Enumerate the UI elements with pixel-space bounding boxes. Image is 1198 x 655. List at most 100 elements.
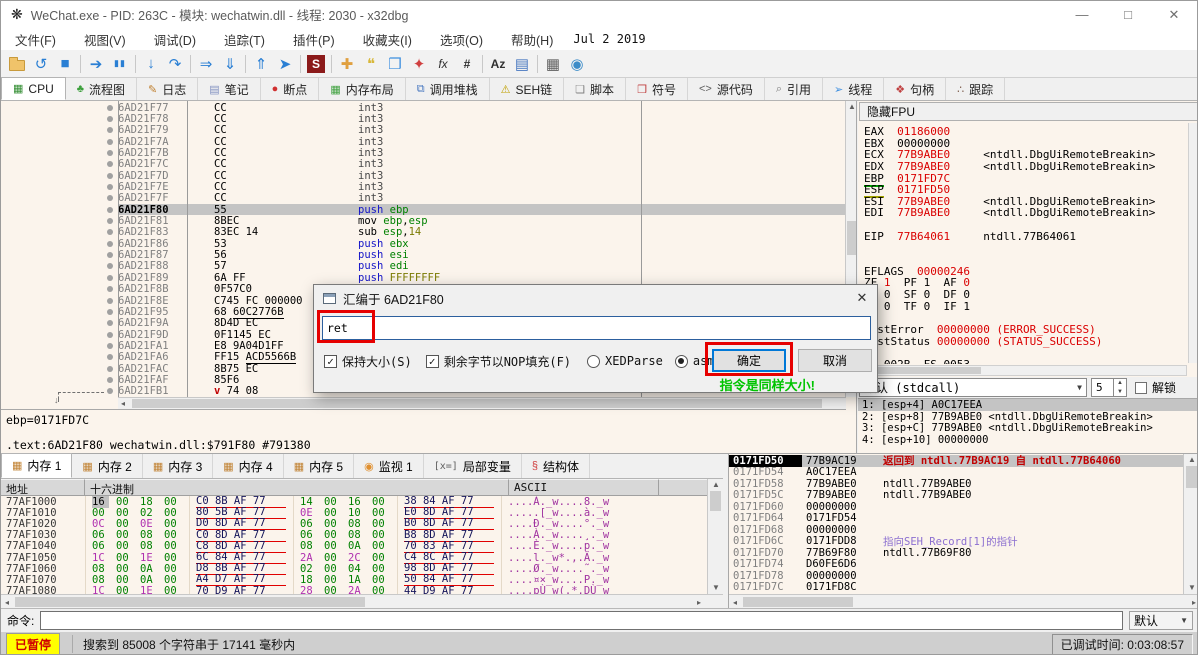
menu-item[interactable]: 文件(F) xyxy=(1,30,70,49)
breakpoint-dot[interactable] xyxy=(101,173,118,179)
dump-header-address[interactable]: 地址 xyxy=(1,479,85,496)
breakpoint-dot[interactable] xyxy=(101,263,118,269)
xedparse-radio[interactable] xyxy=(587,355,600,368)
register-line[interactable] xyxy=(864,253,1187,265)
tab-内存 4[interactable]: ▦内存 4 xyxy=(213,454,283,478)
tab-局部变量[interactable]: [x=]局部变量 xyxy=(424,454,522,478)
breakpoint-dot[interactable] xyxy=(101,150,118,156)
menu-item[interactable]: 选项(O) xyxy=(426,30,497,49)
dump-header-hex[interactable]: 十六进制 xyxy=(85,479,509,496)
registers-hscrollbar[interactable] xyxy=(859,365,1187,376)
disasm-row[interactable]: 6AD21F8756push esi xyxy=(1,249,846,260)
stack-row[interactable]: 0171FD7800000000 xyxy=(729,570,1184,582)
maximize-button[interactable]: □ xyxy=(1105,1,1151,28)
breakpoint-dot[interactable] xyxy=(101,139,118,145)
breakpoint-dot[interactable] xyxy=(101,286,118,292)
register-line[interactable]: EDX 77B9ABE0 <ntdll.DbgUiRemoteBreakin> xyxy=(864,160,1187,172)
disasm-row[interactable]: 6AD21F8653push ebx xyxy=(1,238,846,249)
stack-hscrollbar[interactable]: ◂ ▸ xyxy=(729,594,1198,609)
register-line[interactable]: GS 002B FS 0053 xyxy=(864,358,1187,364)
dump-header-ascii[interactable]: ASCII xyxy=(509,479,659,496)
calculator-icon[interactable]: ▦ xyxy=(541,53,565,75)
register-line[interactable]: EFLAGS 00000246 xyxy=(864,265,1187,277)
breakpoint-dot[interactable] xyxy=(101,343,118,349)
notes-icon[interactable]: ▤ xyxy=(510,53,534,75)
register-line[interactable]: EAX 01186000 xyxy=(864,125,1187,137)
calling-convention-select[interactable]: 默认 (stdcall) ▼ xyxy=(859,378,1087,397)
disasm-row[interactable]: 6AD21F77CCint3 xyxy=(1,102,846,113)
tab-句柄[interactable]: ❖句柄 xyxy=(884,78,946,100)
dump-row[interactable]: 77AF100016001800C0 8B AF 771400160038 84… xyxy=(1,496,707,507)
dialog-title-bar[interactable]: 汇编于 6AD21F80 ✕ xyxy=(314,285,877,311)
argument-row[interactable]: 3: [esp+C] 77B9ABE0 <ntdll.DbgUiRemoteBr… xyxy=(858,422,1198,434)
breakpoint-dot[interactable] xyxy=(101,366,118,372)
open-file-icon[interactable] xyxy=(5,53,29,75)
menu-item[interactable]: 视图(V) xyxy=(70,30,140,49)
breakpoint-dot[interactable] xyxy=(101,354,118,360)
registers-vscrollbar[interactable] xyxy=(1188,123,1198,363)
dump-row[interactable]: 77AF10801C001E0070 D9 AF 7728002A0044 D9… xyxy=(1,586,707,595)
breakpoint-dot[interactable] xyxy=(101,377,118,383)
register-line[interactable]: CF 0 TF 0 IF 1 xyxy=(864,300,1187,312)
disasm-row[interactable]: 6AD21F896A FFpush FFFFFFFF xyxy=(1,272,846,283)
tab-结构体[interactable]: §结构体 xyxy=(522,454,590,478)
register-line[interactable]: ECX 77B9ABE0 <ntdll.DbgUiRemoteBreakin> xyxy=(864,148,1187,160)
tab-调用堆栈[interactable]: ⧉调用堆栈 xyxy=(406,78,490,100)
breakpoint-dot[interactable] xyxy=(101,320,118,326)
register-line[interactable] xyxy=(864,241,1187,253)
breakpoint-dot[interactable] xyxy=(101,309,118,315)
close-button[interactable]: ✕ xyxy=(1151,1,1197,28)
dialog-close-icon[interactable]: ✕ xyxy=(847,290,877,306)
register-line[interactable]: ESI 77B9ABE0 <ntdll.DbgUiRemoteBreakin> xyxy=(864,195,1187,207)
menu-item[interactable]: 插件(P) xyxy=(279,30,349,49)
disasm-row[interactable]: 6AD21F7ACCint3 xyxy=(1,136,846,147)
stack-row[interactable]: 0171FD6C0171FDD8指向SEH_Record[1]的指针 xyxy=(729,536,1184,548)
tab-引用[interactable]: ⌕引用 xyxy=(765,78,823,100)
tab-流程图[interactable]: ♣流程图 xyxy=(66,78,137,100)
disasm-row[interactable]: 6AD21F8055push ebp xyxy=(1,204,846,215)
register-line[interactable]: OF 0 SF 0 DF 0 xyxy=(864,288,1187,300)
dump-row[interactable]: 77AF10200C000E00D0 8D AF 7706000800B0 8D… xyxy=(1,518,707,529)
step-into-icon[interactable]: ↓ xyxy=(139,53,163,75)
tab-源代码[interactable]: <>源代码 xyxy=(688,78,765,100)
breakpoint-dot[interactable] xyxy=(101,195,118,201)
disasm-row[interactable]: 6AD21F79CCint3 xyxy=(1,125,846,136)
breakpoint-dot[interactable] xyxy=(101,241,118,247)
tab-内存 1[interactable]: ▦内存 1 xyxy=(1,453,72,478)
register-line[interactable]: LastError 00000000 (ERROR_SUCCESS) xyxy=(864,323,1187,335)
disasm-row[interactable]: 6AD21F7DCCint3 xyxy=(1,170,846,181)
register-line[interactable]: EIP 77B64061 ntdll.77B64061 xyxy=(864,230,1187,242)
register-line[interactable]: ESP 0171FD50 xyxy=(864,183,1187,195)
favourites-icon[interactable]: ✦ xyxy=(407,53,431,75)
menu-item[interactable]: 追踪(T) xyxy=(210,30,279,49)
tab-跟踪[interactable]: ∴跟踪 xyxy=(946,78,1005,100)
command-mode-dropdown[interactable]: 默认 ▼ xyxy=(1129,611,1193,630)
run-to-user-code-icon[interactable]: ⇒ xyxy=(194,53,218,75)
register-line[interactable]: EBP 0171FD7C xyxy=(864,172,1187,184)
register-line[interactable]: ZF 1 PF 1 AF 0 xyxy=(864,276,1187,288)
disassembly-hscrollbar[interactable]: ↓ ◂ xyxy=(1,397,846,409)
tab-监视 1[interactable]: ◉监视 1 xyxy=(354,454,424,478)
run-to-user-icon[interactable]: ➤ xyxy=(273,53,297,75)
breakpoint-dot[interactable] xyxy=(101,105,118,111)
stop-icon[interactable]: ■ xyxy=(53,53,77,75)
hash-icon[interactable]: # xyxy=(455,53,479,75)
stack-row[interactable]: 0171FD5877B9ABE0ntdll.77B9ABE0 xyxy=(729,478,1184,490)
tab-符号[interactable]: ❒符号 xyxy=(626,78,688,100)
tab-脚本[interactable]: ❏脚本 xyxy=(564,78,626,100)
register-line[interactable]: EBX 00000000 xyxy=(864,137,1187,149)
stack-row[interactable]: 0171FD7C0171FD8C xyxy=(729,582,1184,594)
dump-row[interactable]: 77AF10100000020080 5B AF 770E001000E0 8D… xyxy=(1,507,707,518)
dump-row[interactable]: 77AF107008000A00A4 D7 AF 7718001A0050 84… xyxy=(1,574,707,585)
execute-till-return-icon[interactable]: ⇓ xyxy=(218,53,242,75)
dump-row[interactable]: 77AF106008000A00D8 8B AF 770200040098 8D… xyxy=(1,563,707,574)
disasm-row[interactable]: 6AD21F7BCCint3 xyxy=(1,147,846,158)
source-icon[interactable]: S xyxy=(307,55,325,73)
stack-row[interactable]: 0171FD74D60FE6D6 xyxy=(729,559,1184,571)
restart-icon[interactable]: ↺ xyxy=(29,53,53,75)
dump-hscrollbar[interactable]: ◂ ▸ xyxy=(1,594,723,609)
disasm-row[interactable]: 6AD21F78CCint3 xyxy=(1,113,846,124)
register-line[interactable] xyxy=(864,218,1187,230)
menu-item[interactable]: 收藏夹(I) xyxy=(349,30,426,49)
keep-size-checkbox[interactable]: ✓ xyxy=(324,355,337,368)
